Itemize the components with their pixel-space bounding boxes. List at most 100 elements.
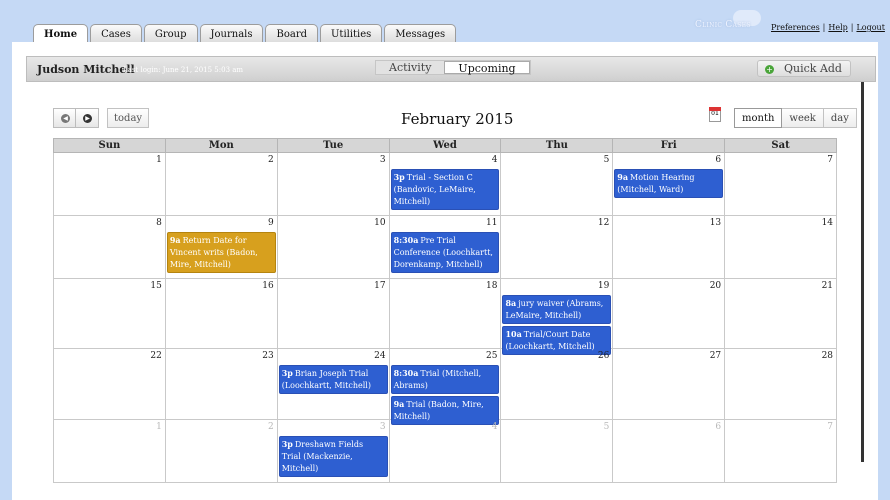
calendar-nav: ◀ ▶ [53,108,99,128]
event-time: 3p [281,439,293,449]
day-cell[interactable]: 3 [277,153,390,216]
calendar-event[interactable]: 8:30a Pre Trial Conference (Loochkartt, D… [390,232,500,273]
day-cell[interactable]: 15 [54,279,166,349]
calendar-title: February 2015 [401,110,514,128]
user-name: Judson Mitchell [37,63,135,76]
calendar-event[interactable]: 3p Brian Joseph Trial (Loochkartt, Mitche… [278,365,388,394]
today-button[interactable]: today [107,108,150,128]
day-number: 18 [485,281,498,291]
day-cell[interactable]: 3 3p Dreshawn Fields Trial (Mackenzie, Mit… [277,420,390,483]
event-title: Trial - Section C (Bandovic, LeMaire, Mi… [393,173,476,206]
day-number: 14 [821,218,834,228]
calendar-date-icon[interactable]: 01 [709,107,721,122]
quick-add-label: Quick Add [784,62,842,75]
upcoming-toggle[interactable]: Upcoming [444,61,530,75]
day-cell[interactable]: 5 [501,153,614,216]
day-cell[interactable]: 1 [54,153,166,216]
plus-icon: + [765,65,774,74]
day-cell[interactable]: 18 [389,279,502,349]
tab-group[interactable]: Group [143,24,198,43]
logout-link[interactable]: Logout [856,23,884,32]
day-cell[interactable]: 6 9a Motion Hearing (Mitchell, Ward) [613,153,726,216]
event-time: 9a [617,172,629,182]
day-cell[interactable]: 28 [725,349,838,420]
day-view-button[interactable]: day [823,108,857,128]
day-cell[interactable]: 23 [165,349,278,420]
day-cell[interactable]: 12 [501,216,614,279]
quick-add-button[interactable]: + Quick Add [757,60,851,77]
day-cell[interactable]: 7 [725,153,838,216]
weekday-header-mon: Mon [164,138,277,153]
day-cell[interactable]: 8 [54,216,166,279]
day-cell[interactable]: 4 [389,420,502,483]
calendar-event[interactable]: 8:30a Trial (Mitchell, Abrams) [390,365,500,394]
week-row: 1 2 3 4 3p Trial - Section C (Bandovic, LeMai… [53,153,838,216]
week-view-button[interactable]: week [782,108,824,128]
day-cell[interactable]: 16 [165,279,278,349]
top-links: Preferences | Help | Logout [771,23,885,32]
prev-month-button[interactable]: ◀ [53,108,76,128]
activity-toggle[interactable]: Activity [376,61,444,74]
link-separator: | [822,23,826,32]
day-number: 7 [827,155,834,165]
day-number: 1 [156,422,162,432]
day-cell[interactable]: 24 3p Brian Joseph Trial (Loochkartt, Mitc… [277,349,390,420]
day-number: 22 [150,351,162,361]
day-number: 2 [267,155,274,165]
day-number: 7 [827,422,834,432]
day-number: 1 [156,155,162,165]
event-time: 9a [393,399,405,409]
preferences-link[interactable]: Preferences [771,23,820,32]
day-number: 13 [709,218,722,228]
day-cell[interactable]: 20 [613,279,726,349]
weekday-header-wed: Wed [388,138,501,153]
calendar-event[interactable]: 3p Dreshawn Fields Trial (Mackenzie, Mitc… [278,436,388,477]
day-cell[interactable]: 6 [613,420,726,483]
brand-logo: Clinic Cases [695,20,751,30]
month-view-button[interactable]: month [734,108,783,128]
event-title: Brian Joseph Trial (Loochkartt, Mitchell… [281,369,371,390]
tab-board[interactable]: Board [265,24,318,43]
day-number: 23 [262,351,274,361]
week-row: 8 9 9a Return Date for Vincent writs (Badon… [53,216,838,279]
tab-cases[interactable]: Cases [90,24,142,43]
calendar-event[interactable]: 9a Return Date for Vincent writs (Badon, … [166,232,276,273]
tab-home[interactable]: Home [33,24,89,43]
weekday-header: Sun Mon Tue Wed Thu Fri Sat [53,138,838,153]
calendar-event[interactable]: 3p Trial - Section C (Bandovic, LeMaire, … [390,169,500,210]
event-time: 9a [169,235,181,245]
scrollbar[interactable] [861,82,864,462]
help-link[interactable]: Help [828,23,847,32]
day-cell[interactable]: 2 [165,420,278,483]
day-number: 19 [597,281,610,291]
day-cell[interactable]: 22 [54,349,166,420]
day-cell[interactable]: 26 [501,349,614,420]
day-cell[interactable]: 17 [277,279,390,349]
calendar-event[interactable]: 9a Motion Hearing (Mitchell, Ward) [614,169,724,198]
day-cell[interactable]: 10 [277,216,390,279]
day-cell[interactable]: 11 8:30a Pre Trial Conference (Loochkartt,… [389,216,502,279]
day-cell[interactable]: 21 [725,279,838,349]
day-cell[interactable]: 1 [54,420,166,483]
day-cell[interactable]: 27 [613,349,726,420]
day-cell[interactable]: 9 9a Return Date for Vincent writs (Badon,… [165,216,278,279]
tab-messages[interactable]: Messages [384,24,457,43]
day-cell[interactable]: 19 8a jury waiver (Abrams, LeMaire, Mitche… [501,279,614,355]
day-number: 9 [267,218,274,228]
event-time: 3p [393,172,405,182]
day-cell[interactable]: 13 [613,216,726,279]
day-cell[interactable]: 14 [725,216,838,279]
tab-utilities[interactable]: Utilities [320,24,383,43]
calendar-event[interactable]: 8a jury waiver (Abrams, LeMaire, Mitchell… [502,295,612,324]
day-cell[interactable]: 7 [725,420,838,483]
main-panel: Judson Mitchell Last login: June 21, 201… [12,42,878,500]
day-cell[interactable]: 4 3p Trial - Section C (Bandovic, LeMaire,… [389,153,502,216]
tab-journals[interactable]: Journals [199,24,264,43]
main-nav-tabs: Home Cases Group Journals Board Utilitie… [33,24,457,43]
week-row: 1 2 3 3p Dreshawn Fields Trial (Mackenzie, M… [53,420,838,483]
day-cell[interactable]: 2 [165,153,278,216]
next-month-button[interactable]: ▶ [76,108,99,128]
day-cell[interactable]: 25 8:30a Trial (Mitchell, Abrams) 9a Trial (… [389,349,502,425]
day-cell[interactable]: 5 [501,420,614,483]
day-number: 3 [379,155,386,165]
